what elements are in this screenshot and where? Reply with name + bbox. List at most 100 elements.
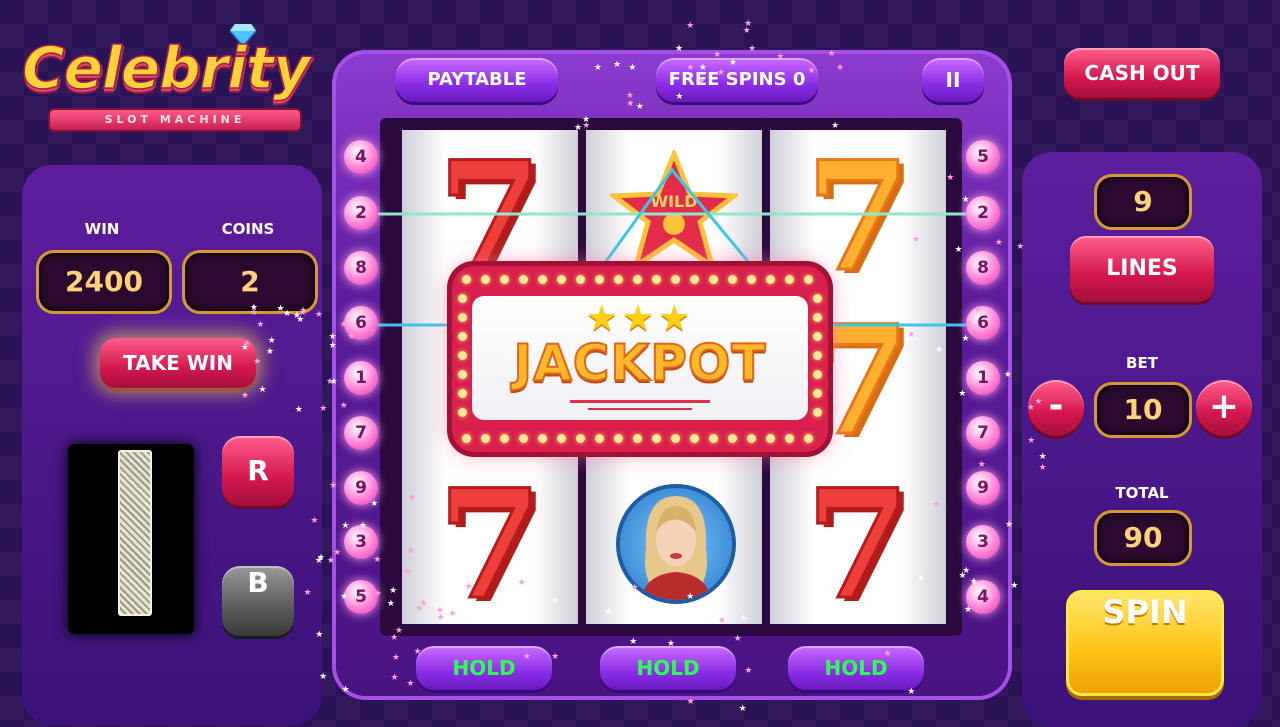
marquee-light (728, 275, 737, 284)
jackpot-stars: ★★★ (585, 298, 695, 339)
marquee-light (519, 434, 528, 443)
jackpot-panel: ★★★ JACKPOT (472, 296, 808, 420)
celebrity-symbol (616, 484, 736, 604)
payline-marker-right[interactable]: 7 (966, 416, 1000, 450)
marquee-light (813, 408, 822, 417)
marquee-light (576, 275, 585, 284)
payline-marker-left[interactable]: 1 (344, 361, 378, 395)
marquee-light (614, 434, 623, 443)
payline-marker-left[interactable]: 7 (344, 416, 378, 450)
marquee-light (709, 434, 718, 443)
marquee-light (671, 434, 680, 443)
marquee-light (728, 434, 737, 443)
bet-value: 10 (1094, 382, 1192, 438)
marquee-light (813, 389, 822, 398)
payline-marker-right[interactable]: 9 (966, 471, 1000, 505)
game-logo: Celebrity SLOT MACHINE (21, 24, 322, 132)
card-slot (68, 444, 194, 634)
payline-marker-right[interactable]: 2 (966, 196, 1000, 230)
red-card-button[interactable]: R (222, 436, 294, 506)
reel-symbol-seven: 7 (804, 457, 911, 633)
payline-marker-right[interactable]: 6 (966, 306, 1000, 340)
marquee-light (462, 275, 471, 284)
payline-marker-left[interactable]: 2 (344, 196, 378, 230)
marquee-light (813, 370, 822, 379)
marquee-light (458, 370, 467, 379)
marquee-light (813, 313, 822, 322)
reel-symbol-seven: 7 (436, 457, 543, 633)
jackpot-banner: ★★★ JACKPOT (452, 266, 828, 452)
marquee-light (747, 275, 756, 284)
win-value: 2400 (36, 250, 172, 314)
marquee-light (538, 275, 547, 284)
paytable-button[interactable]: PAYTABLE (396, 58, 558, 102)
marquee-light (458, 351, 467, 360)
sparkle-star: ★ (686, 20, 695, 31)
free-spins-counter: FREE SPINS 0 (656, 58, 818, 102)
marquee-light (652, 434, 661, 443)
bet-label: BET (1126, 354, 1158, 372)
sparkle-star: ★ (738, 704, 747, 715)
jackpot-underline (588, 408, 692, 410)
marquee-light (458, 294, 467, 303)
bet-decrease-button[interactable]: - (1028, 380, 1084, 436)
hold-button-2[interactable]: HOLD (600, 646, 736, 690)
marquee-light (614, 275, 623, 284)
marquee-light (804, 275, 813, 284)
marquee-light (633, 275, 642, 284)
marquee-light (557, 434, 566, 443)
total-label: TOTAL (1115, 484, 1169, 502)
marquee-light (595, 434, 604, 443)
marquee-light (813, 332, 822, 341)
payline-marker-right[interactable]: 8 (966, 251, 1000, 285)
spin-button[interactable]: SPIN (1066, 590, 1224, 696)
payline-marker-left[interactable]: 3 (344, 525, 378, 559)
marquee-light (690, 434, 699, 443)
win-label: WIN (84, 220, 120, 238)
marquee-light (785, 275, 794, 284)
sparkle-star: ★ (744, 19, 753, 30)
marquee-light (557, 275, 566, 284)
payline-marker-right[interactable]: 5 (966, 140, 1000, 174)
payline-marker-left[interactable]: 5 (344, 580, 378, 614)
marquee-light (690, 275, 699, 284)
payline-marker-left[interactable]: 8 (344, 251, 378, 285)
marquee-light (458, 332, 467, 341)
marquee-light (481, 275, 490, 284)
payline-marker-right[interactable]: 3 (966, 525, 1000, 559)
hold-button-1[interactable]: HOLD (416, 646, 552, 690)
jackpot-underline (570, 400, 710, 403)
marquee-light (747, 434, 756, 443)
marquee-light (804, 434, 813, 443)
marquee-light (481, 434, 490, 443)
payline-marker-left[interactable]: 4 (344, 140, 378, 174)
hold-button-3[interactable]: HOLD (788, 646, 924, 690)
wild-label: WILD (650, 192, 698, 211)
marquee-light (671, 275, 680, 284)
coins-value: 2 (182, 250, 318, 314)
marquee-light (813, 294, 822, 303)
celebrity-portrait-icon (640, 496, 712, 600)
cash-out-button[interactable]: CASH OUT (1064, 48, 1220, 98)
marquee-light (538, 434, 547, 443)
take-win-button[interactable]: TAKE WIN (100, 338, 256, 388)
payline-marker-right[interactable]: 1 (966, 361, 1000, 395)
marquee-light (709, 275, 718, 284)
marquee-light (766, 434, 775, 443)
marquee-light (458, 408, 467, 417)
payline-marker-left[interactable]: 9 (344, 471, 378, 505)
marquee-light (500, 434, 509, 443)
marquee-light (652, 275, 661, 284)
bet-increase-button[interactable]: + (1196, 380, 1252, 436)
lines-button[interactable]: LINES (1070, 236, 1214, 302)
payline-marker-right[interactable]: 4 (966, 580, 1000, 614)
pause-button[interactable]: II (922, 58, 984, 102)
marquee-light (519, 275, 528, 284)
black-card-button[interactable]: B (222, 566, 294, 636)
marquee-light (766, 275, 775, 284)
marquee-light (462, 434, 471, 443)
lines-value: 9 (1094, 174, 1192, 230)
payline-marker-left[interactable]: 6 (344, 306, 378, 340)
logo-title: Celebrity (21, 33, 311, 103)
marquee-light (633, 434, 642, 443)
